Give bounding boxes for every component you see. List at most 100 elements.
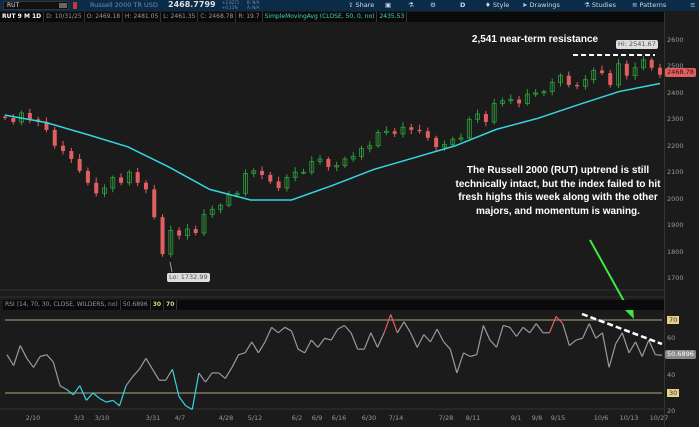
rsi-segment xyxy=(32,356,41,368)
rsi-segment xyxy=(363,332,372,350)
candle-down xyxy=(61,145,66,152)
rsi-segment xyxy=(350,332,359,350)
date-tick: 6/30 xyxy=(361,414,377,422)
candle-down xyxy=(599,70,604,74)
date-tick: 6/9 xyxy=(311,414,323,422)
rsi-segment xyxy=(277,326,286,334)
rsi-segment xyxy=(165,368,173,381)
rsi-segment xyxy=(655,354,663,356)
hi-label: Hi: 2541.67 xyxy=(616,40,658,49)
rsi-segment xyxy=(304,339,312,354)
candle-down xyxy=(483,114,488,122)
rsi-segment xyxy=(449,349,458,374)
candle-down xyxy=(143,182,148,190)
rsi-segment xyxy=(224,367,233,379)
candle-down xyxy=(119,177,124,183)
rsi-segment xyxy=(396,321,405,334)
rsi-segment xyxy=(482,325,491,341)
lo-pointer xyxy=(169,261,173,273)
rsi-segment xyxy=(198,372,206,383)
rsi-segment xyxy=(132,368,140,377)
candle-down xyxy=(608,73,613,85)
date-tick: 4/7 xyxy=(174,414,186,422)
rsi-segment xyxy=(503,324,510,328)
rsi-segment xyxy=(66,388,74,396)
rsi-segment xyxy=(244,341,253,354)
rsi-segment xyxy=(390,314,398,333)
rsi-segment xyxy=(588,323,597,339)
rsi-segment xyxy=(138,358,147,370)
rsi-value: 50.6896 xyxy=(121,300,151,310)
rsi-segment xyxy=(297,348,306,354)
rsi-segment xyxy=(376,332,385,348)
date-tick: 3/10 xyxy=(94,414,110,422)
date-tick: 7/28 xyxy=(438,414,454,422)
candle-down xyxy=(260,170,265,175)
rsi-segment xyxy=(99,397,107,403)
candle-down xyxy=(193,229,198,234)
candle-down xyxy=(434,137,439,148)
rsi-segment xyxy=(284,326,292,332)
date-tick: 4/28 xyxy=(218,414,234,422)
rsi-segment xyxy=(641,339,650,357)
commentary-annotation: The Russell 2000 (RUT) uptrend is still … xyxy=(455,165,661,217)
candle-down xyxy=(566,75,571,85)
candle-down xyxy=(177,230,182,236)
rsi-segment xyxy=(46,354,54,363)
rsi-segment xyxy=(178,396,187,407)
rsi-segment xyxy=(343,325,352,334)
candle-down xyxy=(517,99,522,104)
rsi-segment xyxy=(621,332,630,354)
rsi-segment xyxy=(416,334,425,348)
rsi-segment xyxy=(496,325,504,348)
rsi-segment xyxy=(575,337,583,341)
rsi-segment xyxy=(456,352,465,374)
lo-label: Lo: 1732.99 xyxy=(167,273,210,282)
candle-down xyxy=(575,84,580,87)
rsi-segment xyxy=(290,330,299,350)
candle-down xyxy=(69,151,74,159)
rsi-segment xyxy=(52,361,61,386)
rsi-study-label[interactable]: RSI (14, 70, 30, CLOSE, WILDERS, no) xyxy=(3,300,121,310)
date-tick: 5/12 xyxy=(247,414,263,422)
rsi-header: RSI (14, 70, 30, CLOSE, WILDERS, no) 50.… xyxy=(3,300,664,310)
date-tick: 3/31 xyxy=(145,414,161,422)
rsi-segment xyxy=(204,372,213,383)
date-tick: 10/13 xyxy=(619,414,639,422)
rsi-segment xyxy=(383,314,392,333)
candle-down xyxy=(658,67,662,75)
rsi-overbought-level: 70 xyxy=(164,300,178,310)
candle-down xyxy=(52,129,57,146)
rsi-oversold-level: 30 xyxy=(151,300,165,310)
date-tick: 10/6 xyxy=(593,414,609,422)
candle-down xyxy=(268,174,273,182)
candle-down xyxy=(409,127,414,130)
rsi-segment xyxy=(251,341,259,354)
date-tick: 6/16 xyxy=(331,414,347,422)
rsi-segment xyxy=(125,376,134,387)
rsi-segment xyxy=(522,326,531,334)
rsi-segment xyxy=(317,337,326,348)
rsi-segment xyxy=(608,343,617,368)
rsi-segment xyxy=(106,399,114,403)
date-tick: 6/2 xyxy=(291,414,303,422)
rsi-segment xyxy=(509,326,517,337)
candle-down xyxy=(392,131,397,134)
rsi-segment xyxy=(595,332,603,339)
candle-down xyxy=(425,131,430,138)
rsi-segment xyxy=(271,326,279,334)
rsi-segment xyxy=(628,341,637,354)
rsi-segment xyxy=(476,325,484,355)
rsi-segment xyxy=(330,328,339,341)
rsi-segment xyxy=(370,332,379,348)
rsi-segment xyxy=(403,321,412,334)
rsi-segment xyxy=(6,354,15,366)
rsi-segment xyxy=(469,354,477,358)
rsi-segment xyxy=(489,339,498,348)
rsi-segment xyxy=(92,392,101,399)
candle-down xyxy=(649,59,654,68)
rsi-segment xyxy=(568,339,577,347)
rsi-line xyxy=(6,314,663,410)
rsi-segment xyxy=(615,332,623,345)
rsi-segment xyxy=(463,352,471,358)
